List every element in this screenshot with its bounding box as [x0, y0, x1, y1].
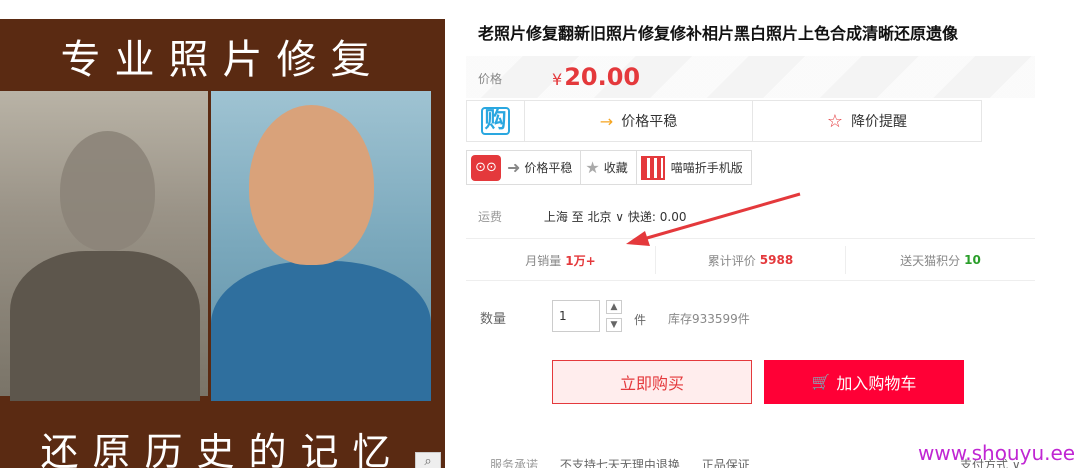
product-title: 老照片修复翻新旧照片修复修补相片黑白照片上色合成清晰还原遗像: [478, 24, 959, 43]
price-value: ¥20.00: [552, 63, 640, 91]
gou-icon: 购: [481, 107, 510, 135]
watermark: www.shouyu.ee: [918, 441, 1076, 465]
divider: [466, 238, 1035, 239]
restored-photo-face: [249, 105, 374, 265]
reviews-label: 累计评价: [707, 253, 756, 268]
service-label: 服务承诺: [490, 458, 539, 468]
buy-now-button[interactable]: 立即购买: [552, 360, 752, 404]
price-label: 价格: [478, 72, 503, 86]
divider: [466, 280, 1035, 281]
quantity-label: 数量: [480, 312, 507, 327]
add-to-cart-label: 加入购物车: [836, 374, 917, 393]
magnifier-icon[interactable]: ⌕: [415, 452, 441, 468]
points-value: 10: [964, 253, 981, 267]
service-item: 正品保证: [701, 458, 750, 468]
add-to-cart-button[interactable]: 🛒 加入购物车: [764, 360, 964, 404]
points-label: 送天猫积分: [900, 253, 961, 268]
monthly-sales-label: 月销量: [525, 253, 562, 268]
favorite-label: 收藏: [603, 161, 628, 175]
total-reviews[interactable]: 累计评价 5988: [656, 246, 846, 274]
price-tools-row: 购 → 价格平稳 ☆ 降价提醒: [466, 100, 982, 142]
service-row: 服务承诺 不支持七天无理由退换 正品保证: [490, 456, 768, 468]
arrow-right-icon: ➜: [507, 158, 521, 177]
quantity-decrease-button[interactable]: ▼: [606, 318, 622, 332]
favorite-tool[interactable]: ★ 收藏: [581, 151, 637, 184]
reviews-value: 5988: [759, 253, 794, 267]
image-top-caption: 专业照片修复: [60, 37, 385, 83]
image-bottom-caption: 还原历史的记忆: [40, 430, 405, 468]
star-icon: ★: [585, 158, 600, 177]
price-amount: 20.00: [564, 63, 641, 91]
restored-photo-body: [211, 261, 431, 401]
old-photo-face: [60, 131, 155, 251]
qr-code-icon: [640, 155, 665, 180]
monthly-sales-value: 1万+: [565, 253, 596, 268]
shipping-destination[interactable]: 上海 至 北京 ∨ 快递: 0.00: [544, 210, 687, 224]
tmall-points: 送天猫积分 10: [846, 246, 1035, 274]
quantity-unit: 件: [634, 313, 647, 327]
monthly-sales: 月销量 1万+: [466, 246, 656, 274]
restored-photo: [211, 91, 431, 401]
price-alert-button[interactable]: ☆ 降价提醒: [753, 101, 981, 141]
shipping-label: 运费: [478, 210, 503, 224]
old-photo-body: [10, 251, 200, 401]
star-icon: ☆: [826, 110, 844, 132]
currency-symbol: ¥: [552, 70, 563, 89]
trend-tool-label: 价格平稳: [524, 161, 573, 175]
plugin-toolbar: ⊙⊙ ➜ 价格平稳 ★ 收藏 喵喵折手机版: [466, 150, 752, 185]
price-trend-button[interactable]: → 价格平稳: [525, 101, 753, 141]
price-alert-label: 降价提醒: [851, 114, 908, 130]
quantity-input[interactable]: [552, 300, 600, 332]
arrow-right-icon: →: [599, 111, 614, 131]
old-photo: [0, 91, 208, 401]
price-trend-label: 价格平稳: [621, 114, 678, 130]
stock-count: 库存933599件: [668, 312, 750, 326]
product-image[interactable]: 专业照片修复 还原历史的记忆: [0, 19, 445, 468]
gou-badge[interactable]: 购: [467, 101, 525, 141]
owl-icon: ⊙⊙: [471, 154, 501, 181]
mobile-tool[interactable]: 喵喵折手机版: [637, 151, 751, 184]
quantity-increase-button[interactable]: ▲: [606, 300, 622, 314]
service-item: 不支持七天无理由退换: [559, 458, 680, 468]
shipping-row: 运费 上海 至 北京 ∨ 快递: 0.00: [478, 208, 686, 225]
trend-tool[interactable]: ⊙⊙ ➜ 价格平稳: [467, 151, 582, 184]
cart-icon: 🛒: [811, 373, 831, 391]
mobile-label: 喵喵折手机版: [670, 161, 743, 175]
sales-stats: 月销量 1万+ 累计评价 5988 送天猫积分 10: [466, 246, 1035, 274]
